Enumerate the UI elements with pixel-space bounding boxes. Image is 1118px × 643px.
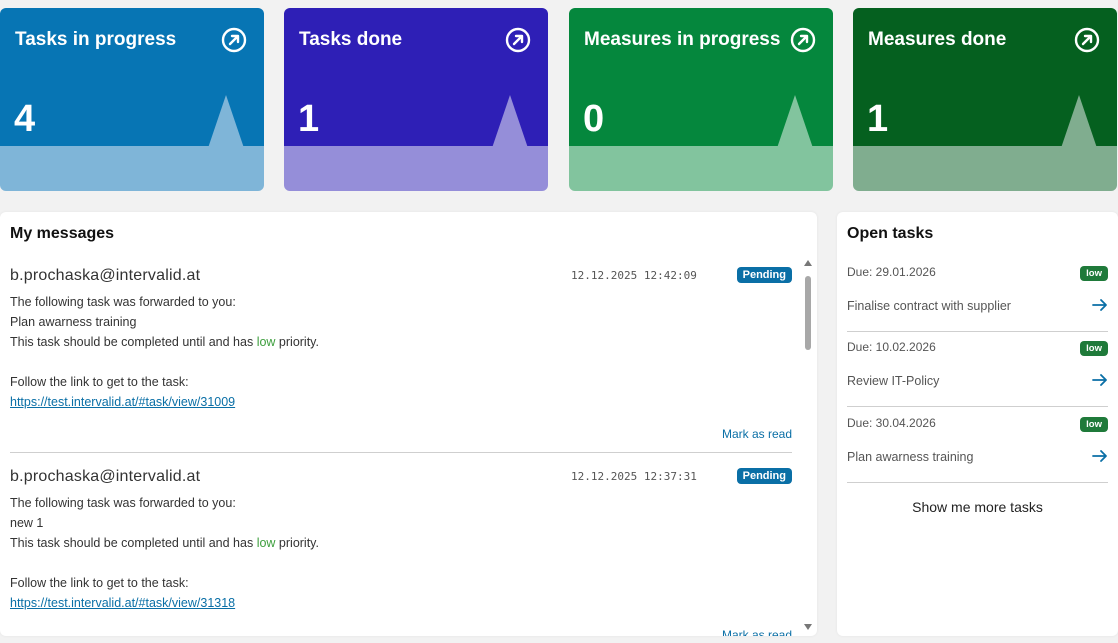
messages-scrollbar[interactable] — [803, 260, 814, 632]
priority-badge: low — [1080, 417, 1108, 432]
messages-title: My messages — [10, 225, 115, 242]
card-spike-graphic — [490, 95, 530, 154]
message-text: This task should be completed until and … — [10, 335, 257, 349]
scroll-down-arrow-icon[interactable] — [804, 624, 812, 630]
mark-as-read-link[interactable]: Mark as read — [722, 628, 792, 636]
card-count: 0 — [583, 98, 605, 140]
card-spike-graphic — [206, 95, 246, 154]
card-title: Tasks done — [299, 29, 403, 50]
message-line: The following task was forwarded to you: — [10, 496, 236, 510]
card-spike-graphic — [1059, 95, 1099, 154]
status-badge: Pending — [736, 267, 792, 283]
message-task-name: Plan awarness training — [10, 315, 137, 329]
card-measures-in-progress: Measures in progress 0 — [569, 8, 833, 191]
status-badge: Pending — [736, 468, 792, 484]
card-count: 1 — [298, 98, 320, 140]
task-due-date: Due: 30.04.2026 — [847, 416, 936, 430]
card-tasks-in-progress: Tasks in progress 4 — [0, 8, 264, 191]
message-text: priority. — [275, 335, 319, 349]
priority-badge: low — [1080, 341, 1108, 356]
priority-text: low — [256, 536, 276, 550]
scroll-thumb[interactable] — [805, 276, 811, 350]
card-measures-done: Measures done 1 — [853, 8, 1117, 191]
message-task-name: new 1 — [10, 516, 44, 530]
message-line: The following task was forwarded to you: — [10, 295, 236, 309]
arrow-right-icon[interactable] — [1092, 297, 1108, 313]
message-sender: b.prochaska@intervalid.at — [10, 267, 201, 284]
message-item: b.prochaska@intervalid.at 12.12.2025 12:… — [10, 453, 792, 636]
card-spike-graphic — [775, 95, 815, 154]
messages-list[interactable]: b.prochaska@intervalid.at 12.12.2025 12:… — [10, 252, 792, 636]
open-external-icon[interactable] — [505, 27, 531, 53]
message-text: priority. — [275, 536, 319, 550]
card-title: Tasks in progress — [15, 29, 177, 50]
show-more-tasks-button[interactable]: Show me more tasks — [837, 499, 1118, 515]
message-line: This task should be completed until and … — [10, 332, 319, 352]
mark-as-read-link[interactable]: Mark as read — [722, 427, 792, 441]
open-external-icon[interactable] — [221, 27, 247, 53]
task-item[interactable]: Due: 29.01.2026 low Finalise contract wi… — [847, 256, 1108, 332]
priority-badge: low — [1080, 266, 1108, 281]
message-text: This task should be completed until and … — [10, 536, 257, 550]
open-external-icon[interactable] — [790, 27, 816, 53]
message-body: The following task was forwarded to you:… — [10, 292, 319, 412]
priority-text: low — [256, 335, 276, 349]
card-title: Measures done — [868, 29, 1007, 50]
card-title: Measures in progress — [584, 29, 781, 50]
open-external-icon[interactable] — [1074, 27, 1100, 53]
task-name: Finalise contract with supplier — [847, 299, 1011, 313]
messages-panel: My messages b.prochaska@intervalid.at 12… — [0, 212, 817, 636]
open-tasks-panel: Open tasks Due: 29.01.2026 low Finalise … — [837, 212, 1118, 636]
open-tasks-title: Open tasks — [847, 225, 934, 242]
card-tasks-done: Tasks done 1 — [284, 8, 548, 191]
task-name: Review IT-Policy — [847, 374, 940, 388]
task-link[interactable]: https://test.intervalid.at/#task/view/31… — [10, 596, 235, 610]
scroll-up-arrow-icon[interactable] — [804, 260, 812, 266]
arrow-right-icon[interactable] — [1092, 448, 1108, 464]
task-name: Plan awarness training — [847, 450, 974, 464]
message-item: b.prochaska@intervalid.at 12.12.2025 12:… — [10, 252, 792, 453]
task-due-date: Due: 10.02.2026 — [847, 340, 936, 354]
message-timestamp: 12.12.2025 12:37:31 — [571, 470, 697, 483]
task-item[interactable]: Due: 30.04.2026 low Plan awarness traini… — [847, 407, 1108, 483]
message-sender: b.prochaska@intervalid.at — [10, 468, 201, 485]
message-body: The following task was forwarded to you:… — [10, 493, 319, 613]
card-count: 4 — [14, 98, 36, 140]
message-timestamp: 12.12.2025 12:42:09 — [571, 269, 697, 282]
message-line: Follow the link to get to the task: — [10, 375, 189, 389]
message-line: Follow the link to get to the task: — [10, 576, 189, 590]
arrow-right-icon[interactable] — [1092, 372, 1108, 388]
task-due-date: Due: 29.01.2026 — [847, 265, 936, 279]
task-item[interactable]: Due: 10.02.2026 low Review IT-Policy — [847, 331, 1108, 407]
task-link[interactable]: https://test.intervalid.at/#task/view/31… — [10, 395, 235, 409]
message-line: This task should be completed until and … — [10, 533, 319, 553]
card-count: 1 — [867, 98, 889, 140]
